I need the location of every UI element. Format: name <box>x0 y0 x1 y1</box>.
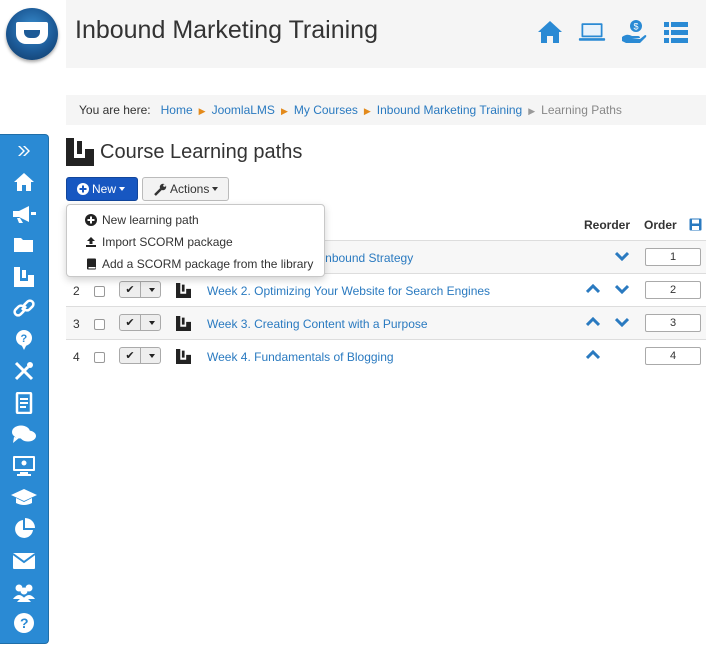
publish-status-toggle[interactable]: ✔ <box>119 314 161 331</box>
help-icon[interactable]: ? <box>0 608 48 640</box>
megaphone-icon[interactable] <box>0 198 48 230</box>
row-checkbox[interactable] <box>94 286 105 297</box>
pie-chart-icon[interactable] <box>0 513 48 545</box>
app-title: Inbound Marketing Training <box>75 16 378 44</box>
row-checkbox[interactable] <box>94 319 105 330</box>
save-order-icon[interactable] <box>689 218 702 231</box>
menu-item-add-scorm-library[interactable]: Add a SCORM package from the library <box>67 253 324 275</box>
order-input[interactable]: 1 <box>645 248 701 266</box>
row-checkbox[interactable] <box>94 352 105 363</box>
wrench-icon <box>154 183 167 196</box>
mail-icon[interactable] <box>0 545 48 577</box>
publish-status-toggle[interactable]: ✔ <box>119 347 161 364</box>
table-row: 2 ✔ Week 2. Optimizing Your Website for … <box>66 274 706 307</box>
menu-item-label: Import SCORM package <box>102 235 233 249</box>
order-input[interactable]: 4 <box>645 347 701 365</box>
learning-path-icon <box>66 138 94 166</box>
publish-status-toggle[interactable]: ✔ <box>119 281 161 298</box>
menu-item-import-scorm[interactable]: Import SCORM package <box>67 231 324 253</box>
move-down-icon[interactable] <box>615 284 629 294</box>
check-icon: ✔ <box>120 315 141 330</box>
move-up-icon[interactable] <box>586 350 600 360</box>
row-number: 2 <box>73 284 80 298</box>
breadcrumb-home[interactable]: Home <box>161 103 193 117</box>
caret-down-icon <box>212 187 219 191</box>
document-icon[interactable] <box>0 387 48 419</box>
move-up-icon[interactable] <box>586 284 600 294</box>
book-icon <box>86 258 96 270</box>
page-title: Course Learning paths <box>66 138 302 166</box>
svg-text:$: $ <box>634 22 639 32</box>
breadcrumb-separator-icon: ▶ <box>528 106 536 116</box>
breadcrumb: You are here: Home ▶ JoomlaLMS ▶ My Courses ▶… <box>66 95 706 125</box>
learning-path-icon <box>176 283 191 298</box>
order-header: Order <box>644 218 677 232</box>
graduation-cap-icon[interactable] <box>0 482 48 514</box>
caret-down-icon <box>149 320 155 325</box>
menu-item-label: Add a SCORM package from the library <box>102 257 314 271</box>
hand-coin-icon[interactable]: $ <box>620 18 648 46</box>
learning-path-title[interactable]: Week 2. Optimizing Your Website for Sear… <box>207 284 490 298</box>
top-icons: $ <box>536 18 690 46</box>
learning-path-icon <box>176 349 191 364</box>
breadcrumb-separator-icon: ▶ <box>198 106 206 116</box>
caret-down-icon <box>149 287 155 292</box>
breadcrumb-joomlalms[interactable]: JoomlaLMS <box>212 103 275 117</box>
breadcrumb-my-courses[interactable]: My Courses <box>294 103 358 117</box>
move-down-icon[interactable] <box>615 317 629 327</box>
caret-down-icon <box>119 187 126 191</box>
row-number: 4 <box>73 350 80 364</box>
chat-icon[interactable] <box>0 419 48 451</box>
breadcrumb-prefix: You are here: <box>79 103 151 117</box>
plus-circle-icon <box>77 183 89 195</box>
check-icon: ✔ <box>120 348 141 363</box>
check-icon: ✔ <box>120 282 141 297</box>
list-icon[interactable] <box>662 18 690 46</box>
svg-text:?: ? <box>21 333 28 345</box>
svg-text:?: ? <box>20 615 29 631</box>
move-up-icon[interactable] <box>586 317 600 327</box>
move-down-icon[interactable] <box>615 251 629 261</box>
table-row: 4 ✔ Week 4. Fundamentals of Blogging 4 <box>66 340 706 373</box>
folder-icon[interactable] <box>0 230 48 262</box>
caret-down-icon <box>149 353 155 358</box>
expand-icon[interactable] <box>0 135 48 167</box>
link-icon[interactable] <box>0 293 48 325</box>
upload-icon <box>86 237 96 247</box>
row-number: 3 <box>73 317 80 331</box>
sidebar: ? ? <box>0 134 49 644</box>
new-button-label: New <box>92 182 117 196</box>
reorder-header: Reorder <box>584 218 631 232</box>
learning-path-title[interactable]: Week 3. Creating Content with a Purpose <box>207 317 428 331</box>
order-input[interactable]: 2 <box>645 281 701 299</box>
learning-path-icon <box>176 316 191 331</box>
actions-button-label: Actions <box>170 182 210 196</box>
tools-icon[interactable] <box>0 356 48 388</box>
question-icon[interactable]: ? <box>0 324 48 356</box>
table-row: 3 ✔ Week 3. Creating Content with a Purp… <box>66 307 706 340</box>
header: Inbound Marketing Training $ <box>0 0 706 68</box>
order-input[interactable]: 3 <box>645 314 701 332</box>
actions-button[interactable]: Actions <box>142 177 229 201</box>
home-icon[interactable] <box>536 18 564 46</box>
menu-item-label: New learning path <box>102 213 199 227</box>
plus-circle-icon <box>85 214 97 226</box>
learning-path-title[interactable]: Week 4. Fundamentals of Blogging <box>207 350 394 364</box>
logo-mark-detail <box>24 30 40 38</box>
monitor-icon[interactable] <box>0 450 48 482</box>
home-icon[interactable] <box>0 167 48 199</box>
learning-path-icon[interactable] <box>0 261 48 293</box>
breadcrumb-course[interactable]: Inbound Marketing Training <box>377 103 522 117</box>
laptop-icon[interactable] <box>578 18 606 46</box>
breadcrumb-current: Learning Paths <box>541 103 622 117</box>
menu-item-new-learning-path[interactable]: New learning path <box>67 209 324 231</box>
users-icon[interactable] <box>0 576 48 608</box>
breadcrumb-separator-icon: ▶ <box>363 106 371 116</box>
logo[interactable] <box>6 8 58 60</box>
breadcrumb-separator-icon: ▶ <box>280 106 288 116</box>
new-button[interactable]: New <box>66 177 138 201</box>
page-title-text: Course Learning paths <box>100 140 303 163</box>
new-dropdown-menu: New learning path Import SCORM package A… <box>66 204 325 277</box>
